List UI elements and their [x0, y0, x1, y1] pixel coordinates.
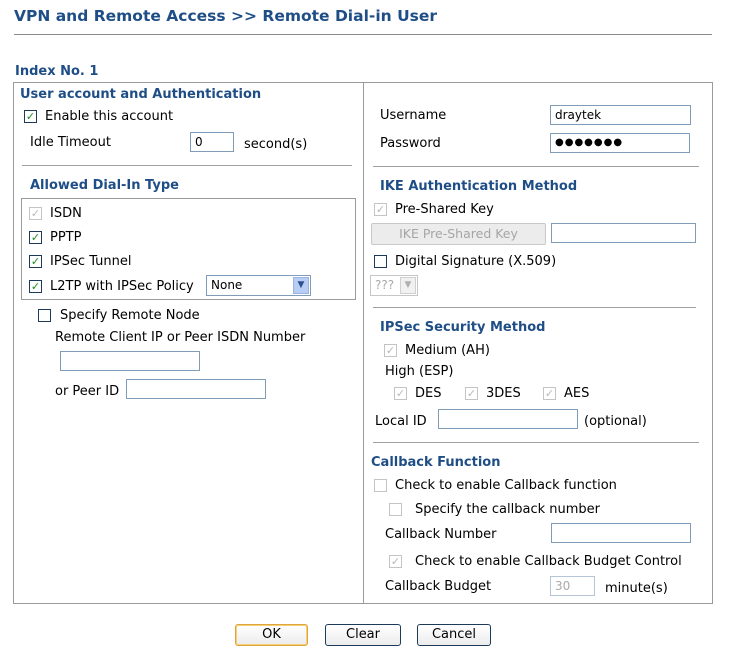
title-divider: [14, 34, 712, 35]
dial-in-type-section-title: Allowed Dial-In Type: [30, 178, 179, 193]
isdn-label: ISDN: [50, 206, 82, 221]
pre-shared-key-label: Pre-Shared Key: [395, 202, 494, 217]
high-esp-label: High (ESP): [385, 364, 454, 379]
enable-callback-checkbox[interactable]: [374, 479, 387, 492]
specify-remote-node-label: Specify Remote Node: [60, 308, 200, 323]
ok-button[interactable]: OK: [235, 624, 308, 646]
password-label: Password: [380, 136, 441, 151]
callback-budget-input[interactable]: 30: [550, 576, 595, 596]
certificate-select[interactable]: ??? ▼: [370, 275, 418, 296]
pre-shared-key-checkbox[interactable]: ✓: [374, 203, 387, 216]
des-checkbox[interactable]: ✓: [394, 387, 407, 400]
chevron-down-icon: ▼: [400, 277, 416, 294]
username-label: Username: [380, 108, 447, 123]
idle-timeout-input[interactable]: 0: [190, 132, 234, 152]
callback-number-label: Callback Number: [385, 527, 497, 542]
password-input[interactable]: ●●●●●●●: [550, 133, 690, 153]
remote-client-ip-label: Remote Client IP or Peer ISDN Number: [55, 330, 306, 345]
callback-number-input[interactable]: [551, 523, 691, 543]
callback-budget-unit: minute(s): [605, 581, 668, 596]
cancel-button[interactable]: Cancel: [417, 624, 491, 646]
specify-remote-node-checkbox[interactable]: [38, 309, 51, 322]
callback-budget-control-label: Check to enable Callback Budget Control: [415, 554, 682, 569]
clear-button[interactable]: Clear: [325, 624, 401, 646]
3des-label: 3DES: [486, 386, 521, 401]
ipsec-tunnel-label: IPSec Tunnel: [50, 254, 132, 269]
right-divider-2: [373, 307, 696, 308]
ipsec-tunnel-checkbox[interactable]: ✓: [29, 255, 42, 268]
ipsec-security-section-title: IPSec Security Method: [380, 320, 546, 335]
medium-ah-checkbox[interactable]: ✓: [384, 344, 397, 357]
medium-ah-label: Medium (AH): [405, 343, 490, 358]
chevron-down-icon: ▼: [293, 277, 309, 294]
ike-pre-shared-key-button[interactable]: IKE Pre-Shared Key: [371, 223, 546, 245]
page-title: VPN and Remote Access >> Remote Dial-in …: [14, 7, 438, 25]
enable-account-checkbox[interactable]: ✓: [24, 110, 37, 123]
pptp-label: PPTP: [50, 230, 82, 245]
3des-checkbox[interactable]: ✓: [465, 387, 478, 400]
ike-section-title: IKE Authentication Method: [380, 179, 578, 194]
index-label: Index No. 1: [15, 64, 99, 79]
certificate-value: ???: [375, 278, 395, 292]
des-label: DES: [415, 386, 442, 401]
digital-signature-checkbox[interactable]: [374, 255, 387, 268]
callback-section-title: Callback Function: [371, 455, 501, 470]
left-divider-1: [22, 165, 352, 166]
enable-account-label: Enable this account: [45, 109, 174, 124]
l2tp-policy-select[interactable]: None ▼: [206, 275, 311, 296]
l2tp-checkbox[interactable]: ✓: [29, 280, 42, 293]
callback-budget-control-checkbox[interactable]: ✓: [389, 555, 402, 568]
username-input[interactable]: draytek: [550, 105, 691, 125]
aes-checkbox[interactable]: ✓: [543, 387, 556, 400]
peer-id-input[interactable]: [126, 379, 266, 399]
specify-callback-number-checkbox[interactable]: [389, 503, 402, 516]
right-divider-1: [373, 166, 699, 167]
l2tp-policy-value: None: [211, 278, 243, 292]
column-divider: [363, 83, 364, 603]
pptp-checkbox[interactable]: ✓: [29, 231, 42, 244]
specify-callback-number-label: Specify the callback number: [415, 502, 601, 517]
isdn-checkbox[interactable]: ✓: [29, 207, 42, 220]
aes-label: AES: [564, 386, 590, 401]
idle-timeout-label: Idle Timeout: [30, 135, 111, 150]
peer-id-label: or Peer ID: [55, 384, 120, 399]
l2tp-label: L2TP with IPSec Policy: [50, 279, 194, 294]
local-id-hint: (optional): [584, 414, 647, 429]
user-account-section-title: User account and Authentication: [20, 87, 262, 102]
pre-shared-key-input[interactable]: [551, 223, 696, 243]
local-id-label: Local ID: [375, 414, 427, 429]
enable-callback-label: Check to enable Callback function: [395, 478, 617, 493]
local-id-input[interactable]: [438, 409, 578, 429]
digital-signature-label: Digital Signature (X.509): [395, 254, 557, 269]
right-divider-3: [373, 442, 699, 443]
callback-budget-label: Callback Budget: [385, 579, 492, 594]
idle-timeout-unit: second(s): [244, 137, 308, 152]
remote-client-ip-input[interactable]: [60, 351, 200, 371]
